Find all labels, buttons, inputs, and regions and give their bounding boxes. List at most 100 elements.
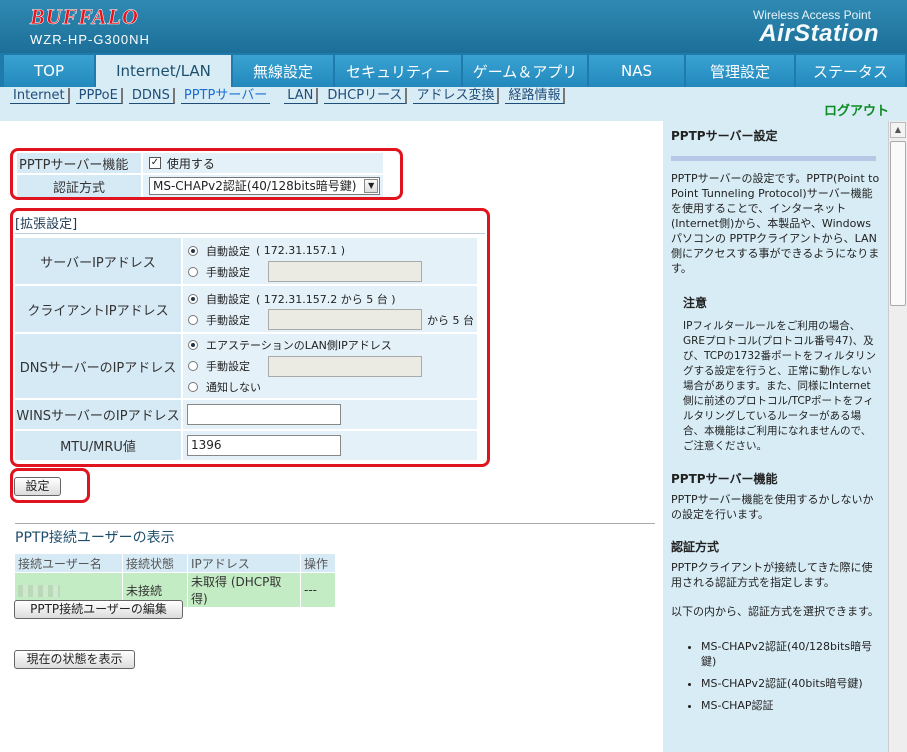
client-ip-input[interactable]: [268, 309, 422, 330]
help-auth-text: PPTPクライアントが接続してきた際に使用される認証方式を指定します。: [671, 561, 873, 589]
help-scrollbar[interactable]: ▲: [888, 121, 907, 752]
client-ip-options: 自動設定 ( 172.31.157.2 から 5 台 ) 手動設定 から 5 台: [183, 286, 477, 332]
server-ip-manual-label: 手動設定: [206, 265, 250, 279]
client-ip-manual-option[interactable]: 手動設定 から 5 台: [188, 309, 477, 330]
chevron-down-icon[interactable]: ▼: [364, 179, 379, 193]
help-divider: [671, 156, 876, 161]
client-ip-manual-radio[interactable]: [188, 314, 198, 325]
dns-ip-label: DNSサーバーのIPアドレス: [15, 334, 181, 398]
help-pptp-function-title: PPTPサーバー機能: [671, 472, 778, 486]
sub-nav: Internet PPPoE DDNS PPTPサーバー LAN DHCPリース…: [0, 87, 907, 121]
help-note-title: 注意: [683, 296, 708, 310]
extended-divider: [15, 233, 485, 234]
extended-title: [拡張設定]: [15, 217, 78, 232]
wins-ip-cell: [183, 400, 477, 429]
model-name: WZR-HP-G300NH: [30, 32, 150, 47]
server-ip-input[interactable]: [268, 261, 422, 282]
server-ip-manual-radio[interactable]: [188, 266, 198, 277]
client-ip-auto-option[interactable]: 自動設定 ( 172.31.157.2 から 5 台 ): [188, 288, 477, 309]
basic-settings: PPTPサーバー機能 ✓ 使用する 認証方式 MS-CHAPv2認証(40/12…: [15, 151, 385, 199]
subtab-routing[interactable]: 経路情報: [505, 88, 566, 104]
tab-wireless[interactable]: 無線設定: [233, 55, 333, 87]
dns-ip-input[interactable]: [268, 355, 422, 377]
subtab-nat[interactable]: アドレス変換: [413, 88, 500, 104]
ip-cell: 未取得 (DHCP取得): [188, 573, 300, 607]
help-intro: PPTPサーバーの設定です。PPTP(Point to Point Tunnel…: [671, 172, 880, 275]
server-ip-options: 自動設定 ( 172.31.157.1 ) 手動設定: [183, 238, 477, 284]
mtu-label: MTU/MRU値: [15, 431, 181, 460]
server-ip-manual-option[interactable]: 手動設定: [188, 261, 477, 282]
dns-manual-option[interactable]: 手動設定: [188, 355, 477, 377]
tab-admin[interactable]: 管理設定: [686, 55, 794, 87]
server-ip-auto-radio[interactable]: [188, 245, 198, 256]
client-ip-auto-radio[interactable]: [188, 293, 198, 304]
pptp-enable-checkbox[interactable]: ✓: [149, 157, 161, 169]
mtu-cell: 1396: [183, 431, 477, 460]
dns-lan-option[interactable]: エアステーションのLAN側IPアドレス: [188, 335, 477, 356]
scroll-thumb[interactable]: [890, 141, 906, 306]
pptp-enable-label: 使用する: [166, 156, 215, 171]
header-banner: BUFFALO WZR-HP-G300NH Wireless Access Po…: [0, 0, 907, 53]
client-ip-auto-label: 自動設定: [206, 292, 250, 306]
redacted-username: [18, 584, 60, 597]
subtab-dhcp-lease[interactable]: DHCPリース: [324, 88, 408, 104]
help-note-text: IPフィルタールールをご利用の場合、GREプロトコル(プロトコル番号47)、及び…: [683, 320, 876, 452]
subtab-pppoe[interactable]: PPPoE: [75, 88, 123, 104]
brand-logo: BUFFALO: [30, 4, 139, 30]
tab-nas[interactable]: NAS: [589, 55, 684, 87]
extended-settings: サーバーIPアドレス 自動設定 ( 172.31.157.1 ) 手動設定 クラ…: [13, 236, 479, 462]
help-auth-list: MS-CHAPv2認証(40/128bits暗号鍵) MS-CHAPv2認証(4…: [701, 639, 880, 713]
help-auth-title: 認証方式: [671, 540, 720, 554]
col-username: 接続ユーザー名: [15, 554, 122, 572]
dns-none-option[interactable]: 通知しない: [188, 377, 477, 398]
list-item: MS-CHAP認証: [701, 698, 880, 713]
server-ip-auto-note: ( 172.31.157.1 ): [256, 244, 346, 257]
dns-manual-label: 手動設定: [206, 360, 250, 373]
dns-none-label: 通知しない: [206, 381, 261, 394]
client-ip-manual-label: 手動設定: [206, 313, 250, 327]
subtab-lan[interactable]: LAN: [284, 88, 319, 104]
tab-game-apps[interactable]: ゲーム＆アプリ: [463, 55, 587, 87]
subtab-ddns[interactable]: DDNS: [128, 88, 175, 104]
pptp-enable-cell: ✓ 使用する: [143, 153, 383, 173]
auth-method-value: MS-CHAPv2認証(40/128bits暗号鍵): [153, 179, 357, 193]
server-ip-label: サーバーIPアドレス: [15, 238, 181, 284]
list-item: MS-CHAPv2認証(40bits暗号鍵): [701, 676, 880, 691]
product-logo: AirStation: [759, 20, 879, 47]
tab-status[interactable]: ステータス: [796, 55, 905, 87]
dns-none-radio[interactable]: [188, 382, 198, 392]
wins-ip-label: WINSサーバーのIPアドレス: [15, 400, 181, 429]
wins-ip-input[interactable]: [187, 404, 341, 425]
edit-users-button[interactable]: PPTP接続ユーザーの編集: [14, 600, 183, 619]
subtab-pptp-server[interactable]: PPTPサーバー: [180, 88, 271, 104]
help-panel: PPTPサーバー設定 PPTPサーバーの設定です。PPTP(Point to P…: [663, 121, 888, 752]
subtab-internet[interactable]: Internet: [10, 88, 70, 104]
col-status: 接続状態: [123, 554, 187, 572]
col-action: 操作: [301, 554, 335, 572]
users-section-title: PPTP接続ユーザーの表示: [15, 530, 175, 546]
main-content: PPTPサーバー機能 ✓ 使用する 認証方式 MS-CHAPv2認証(40/12…: [0, 121, 663, 752]
submit-button[interactable]: 設定: [14, 477, 61, 496]
tab-internet-lan[interactable]: Internet/LAN: [96, 55, 231, 87]
auth-method-select[interactable]: MS-CHAPv2認証(40/128bits暗号鍵) ▼: [149, 177, 381, 195]
scroll-up-icon[interactable]: ▲: [890, 122, 906, 138]
tab-security[interactable]: セキュリティー: [335, 55, 461, 87]
help-pptp-function-text: PPTPサーバー機能を使用するかしないかの設定を行います。: [671, 493, 874, 521]
mtu-input[interactable]: 1396: [187, 435, 341, 456]
action-cell: ---: [301, 573, 335, 607]
dns-lan-label: エアステーションのLAN側IPアドレス: [206, 339, 392, 352]
auth-method-cell: MS-CHAPv2認証(40/128bits暗号鍵) ▼: [143, 175, 383, 197]
server-ip-auto-option[interactable]: 自動設定 ( 172.31.157.1 ): [188, 240, 477, 261]
dns-ip-options: エアステーションのLAN側IPアドレス 手動設定 通知しない: [183, 334, 477, 398]
client-ip-auto-note: ( 172.31.157.2 から 5 台 ): [256, 292, 396, 306]
client-ip-suffix: から 5 台: [427, 313, 474, 327]
auth-method-label: 認証方式: [17, 175, 141, 197]
dns-lan-radio[interactable]: [188, 340, 198, 350]
show-status-button[interactable]: 現在の状態を表示: [14, 650, 135, 669]
logout-link[interactable]: ログアウト: [824, 100, 889, 119]
tab-top[interactable]: TOP: [4, 55, 94, 87]
section-divider: [15, 523, 655, 524]
dns-manual-radio[interactable]: [188, 361, 198, 371]
help-title: PPTPサーバー設定: [671, 129, 778, 143]
server-ip-auto-label: 自動設定: [206, 244, 250, 258]
